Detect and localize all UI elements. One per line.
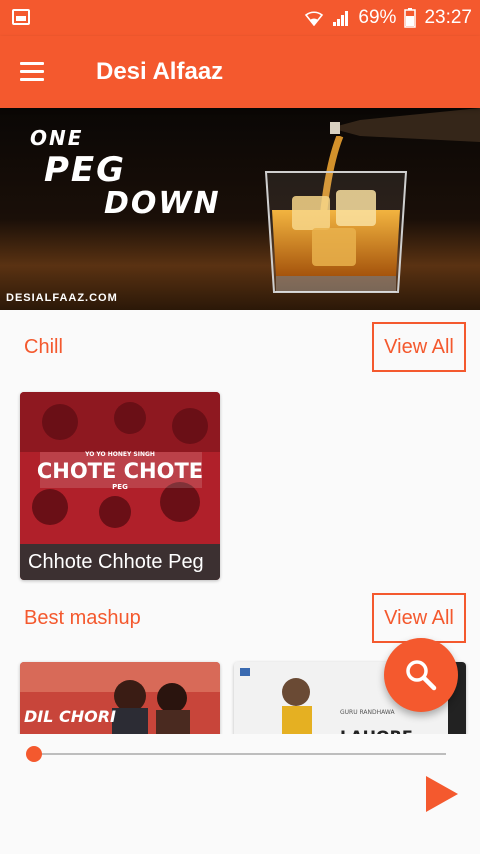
art-title-text: DIL CHORI (24, 707, 116, 726)
search-icon (406, 660, 437, 691)
section-title-best-mashup: Best mashup (24, 607, 141, 629)
notification-icon (12, 9, 30, 25)
wifi-icon (304, 10, 324, 26)
search-button[interactable] (384, 638, 458, 712)
banner-line-1: ONE (30, 126, 84, 150)
app-bar: Desi Alfaaz (0, 36, 480, 108)
app-title: Desi Alfaaz (96, 58, 224, 85)
section-title-chill: Chill (24, 336, 63, 358)
art-sub-text: PEG (112, 483, 128, 491)
menu-icon[interactable] (20, 62, 44, 81)
art-title-text: CHOTE CHOTE (37, 459, 203, 483)
status-icons: 69% 23:27 (304, 0, 472, 36)
song-card-chhote-chhote-peg[interactable]: YO YO HONEY SINGH CHOTE CHOTE PEG Chhote… (20, 392, 220, 580)
banner-image[interactable]: ONE PEG DOWN DESIALFAAZ.COM (0, 108, 480, 310)
art-top-text: YO YO HONEY SINGH (84, 451, 155, 458)
bottle-graphic (330, 108, 480, 142)
song-card-caption: Chhote Chhote Peg (20, 544, 220, 580)
status-bar: 69% 23:27 (0, 0, 480, 36)
view-all-chill-button[interactable]: View All (372, 322, 466, 372)
clock: 23:27 (424, 7, 472, 28)
app-screen: 69% 23:27 Desi Alfaaz ONE PEG DOWN DESIA… (0, 0, 480, 854)
player-bar (0, 734, 480, 854)
view-all-best-mashup-button[interactable]: View All (372, 593, 466, 643)
play-icon[interactable] (424, 774, 460, 814)
art-top-text: GURU RANDHAWA (340, 709, 396, 716)
seek-bar[interactable] (34, 753, 446, 755)
whiskey-glass-graphic (264, 171, 408, 293)
seek-thumb[interactable] (26, 746, 42, 762)
battery-icon (404, 8, 417, 28)
banner-site-text: DESIALFAAZ.COM (6, 292, 118, 304)
battery-percent: 69% (358, 7, 397, 28)
banner-line-2: PEG (44, 150, 127, 190)
signal-icon (332, 9, 350, 27)
banner-line-3: DOWN (104, 186, 221, 221)
